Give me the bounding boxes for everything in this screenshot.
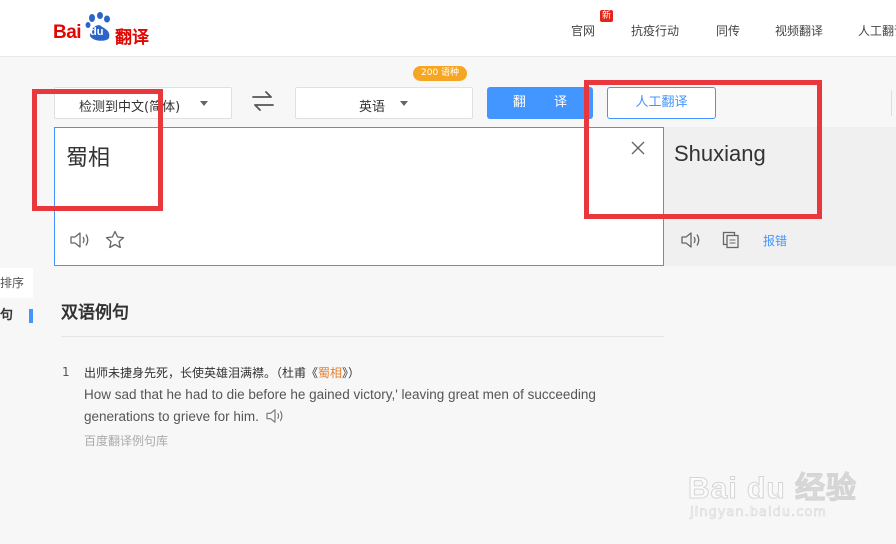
highlight-box-output <box>584 80 822 219</box>
chevron-down-icon <box>400 101 408 106</box>
nav-simultaneous-interpretation[interactable]: 同传 <box>716 22 740 39</box>
top-header: Bai du 翻译 官网 新 抗疫行动 同传 视频翻译 人工翻译 <box>0 0 896 57</box>
translate-button[interactable]: 翻 译 <box>487 87 593 119</box>
language-count-badge: 200 语种 <box>413 66 468 81</box>
target-language-label: 英语 <box>359 100 386 115</box>
nav-video-translation[interactable]: 视频翻译 <box>775 22 823 39</box>
active-tab-indicator <box>29 309 33 323</box>
highlight-box-input <box>32 89 163 211</box>
section-title-bilingual-examples: 双语例句 <box>61 303 129 323</box>
copy-icon[interactable] <box>722 231 740 249</box>
nav-anti-epidemic[interactable]: 抗疫行动 <box>631 22 679 39</box>
watermark-url: jingyan.baidu.com <box>690 505 827 521</box>
logo-fanyi-text: 翻译 <box>115 28 149 48</box>
example-chinese-sentence: 出师未捷身先死，长使英雄泪满襟。（杜甫《蜀相》） <box>84 364 360 381</box>
speaker-icon[interactable] <box>680 231 702 249</box>
chevron-down-icon <box>200 101 208 106</box>
section-divider <box>61 336 664 337</box>
speaker-icon[interactable] <box>265 408 285 424</box>
new-badge: 新 <box>600 10 614 22</box>
example-cn-prefix: 出师未捷身先死，长使英雄泪满襟。（杜甫《 <box>84 366 319 380</box>
speaker-icon[interactable] <box>69 231 91 249</box>
example-en-text: How sad that he had to die before he gai… <box>84 387 596 424</box>
side-tab-sort[interactable]: 排序 <box>0 268 33 298</box>
report-error-link[interactable]: 报错 <box>763 232 787 249</box>
example-cn-highlight[interactable]: 蜀相 <box>318 366 342 380</box>
nav-human-translation[interactable]: 人工翻译 <box>858 22 896 39</box>
example-source: 百度翻译例句库 <box>84 434 169 448</box>
toolbar-divider <box>891 90 896 116</box>
target-language-select[interactable]: 英语 <box>295 87 473 119</box>
baidu-fanyi-logo[interactable]: Bai du 翻译 <box>53 12 163 48</box>
example-number: 1 <box>62 365 70 379</box>
star-icon[interactable] <box>105 230 125 250</box>
logo-du-text: du <box>90 26 104 38</box>
example-english-sentence: How sad that he had to die before he gai… <box>84 384 624 428</box>
logo-bai-text: Bai <box>53 22 82 43</box>
example-cn-suffix: 》） <box>342 366 361 380</box>
watermark-text: Bai du 经验 <box>687 472 858 506</box>
swap-languages-icon[interactable] <box>250 90 276 112</box>
nav-official-site[interactable]: 官网 <box>571 22 595 39</box>
baidu-jingyan-watermark: Bai du 经验 jingyan.baidu.com <box>687 447 888 527</box>
